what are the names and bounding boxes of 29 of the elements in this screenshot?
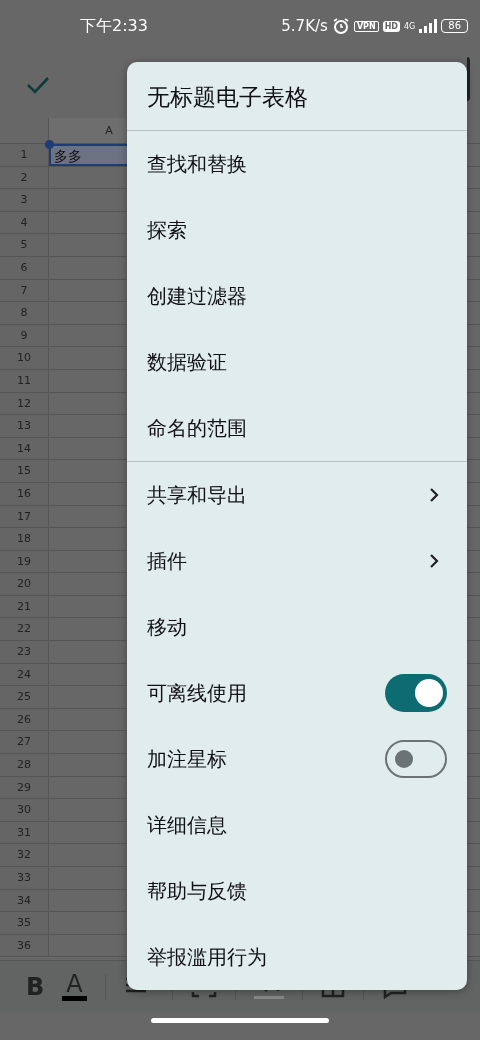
- menu-item[interactable]: 共享和导出: [127, 462, 467, 528]
- menu-item[interactable]: 数据验证: [127, 329, 467, 395]
- menu-item[interactable]: 移动: [127, 594, 467, 660]
- network-type: 4G: [403, 21, 416, 31]
- status-time: 下午2:33: [80, 15, 148, 37]
- menu-item[interactable]: 命名的范围: [127, 395, 467, 461]
- menu-item[interactable]: 帮助与反馈: [127, 858, 467, 924]
- menu-item[interactable]: 详细信息: [127, 792, 467, 858]
- signal-icon: [419, 19, 438, 33]
- check-icon[interactable]: [26, 75, 50, 95]
- menu-item[interactable]: 举报滥用行为: [127, 924, 467, 990]
- text-color-button[interactable]: A: [62, 972, 87, 1001]
- menu-item[interactable]: 探索: [127, 197, 467, 263]
- toggle-switch[interactable]: [385, 740, 447, 778]
- selection-handle[interactable]: [45, 140, 54, 149]
- hd-badge: HD: [382, 20, 400, 32]
- bold-button[interactable]: B: [26, 972, 45, 1001]
- menu-item[interactable]: 插件: [127, 528, 467, 594]
- menu-item[interactable]: 加注星标: [127, 726, 467, 792]
- toggle-switch[interactable]: [385, 674, 447, 712]
- vpn-badge: VPN: [353, 20, 379, 32]
- chevron-icon: [429, 487, 439, 503]
- alarm-icon: [331, 17, 350, 35]
- menu-item[interactable]: 可离线使用: [127, 660, 467, 726]
- menu-item[interactable]: 创建过滤器: [127, 263, 467, 329]
- network-speed: 5.7K/s: [281, 17, 328, 35]
- battery-indicator: 86: [441, 19, 468, 33]
- menu-title: 无标题电子表格: [146, 83, 309, 112]
- chevron-icon: [429, 553, 439, 569]
